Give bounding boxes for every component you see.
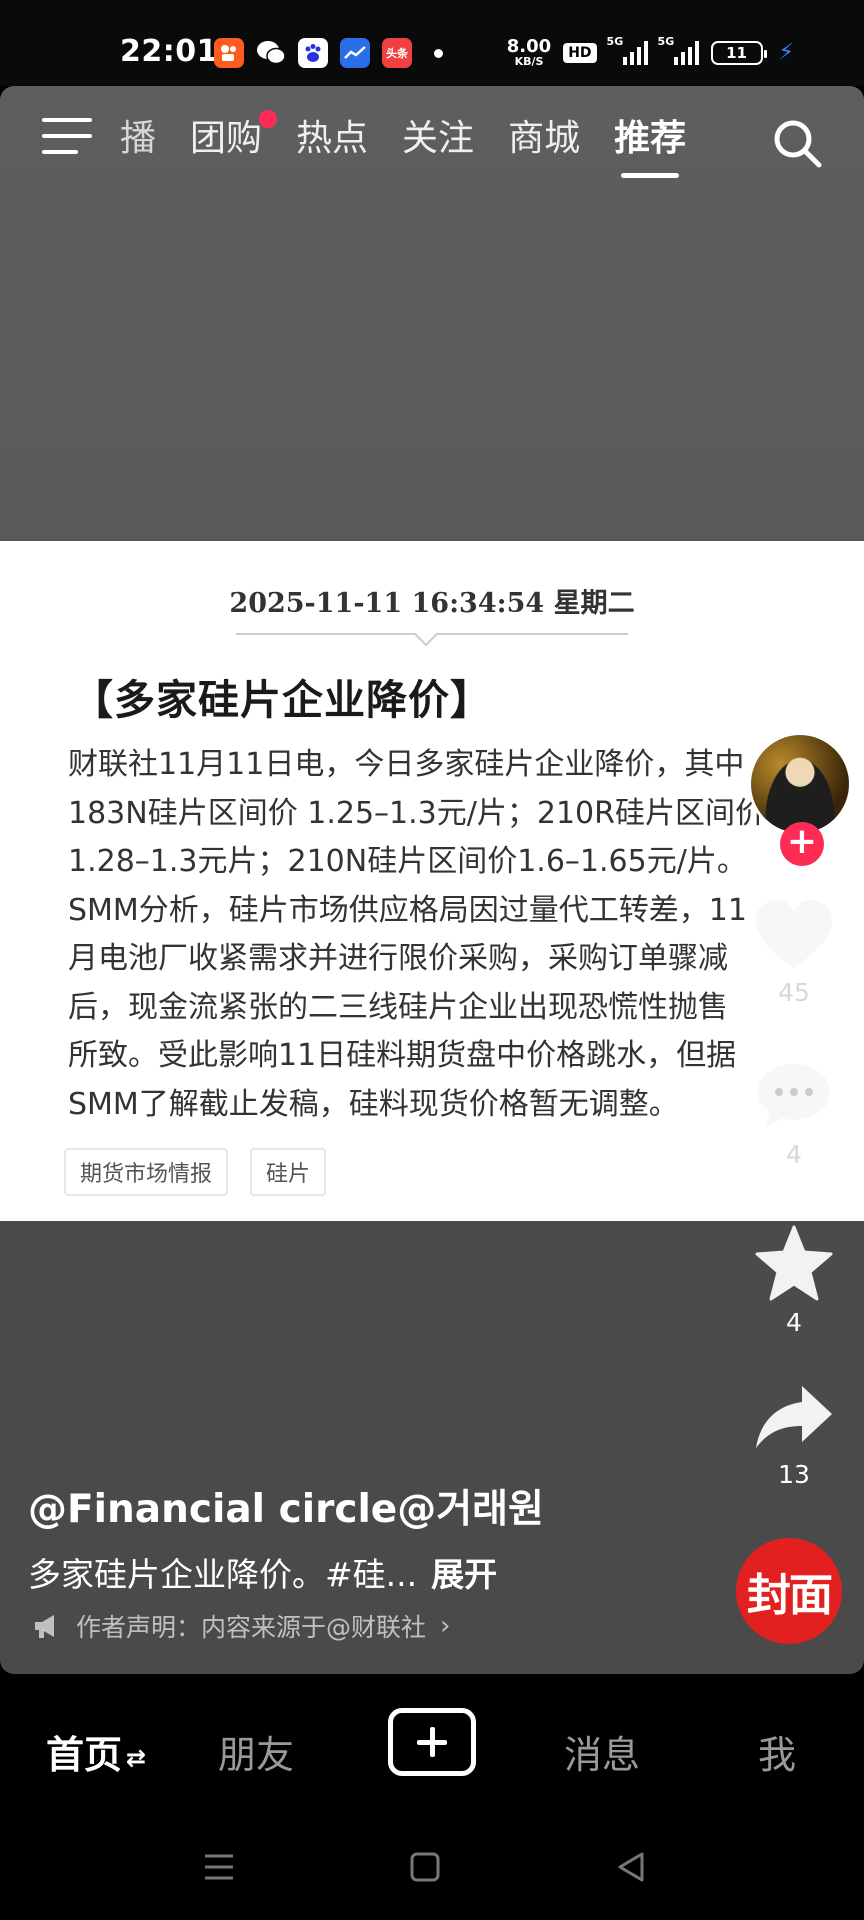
status-time: 22:01 bbox=[120, 34, 218, 69]
status-indicators: 8.00 KB/S HD 5G 5G 11 ⚡ bbox=[506, 35, 794, 68]
chevron-right-icon: › bbox=[440, 1611, 451, 1641]
tab-following[interactable]: 关注 bbox=[385, 114, 491, 174]
share-count: 13 bbox=[778, 1460, 810, 1489]
megaphone-icon bbox=[35, 1615, 54, 1638]
favorite-button[interactable]: 4 bbox=[724, 1224, 864, 1337]
share-button[interactable]: 13 bbox=[724, 1382, 864, 1489]
tab-live[interactable]: 播 bbox=[112, 114, 173, 174]
menu-icon[interactable] bbox=[42, 118, 92, 158]
star-icon bbox=[755, 1225, 833, 1301]
cover-badge[interactable]: 封面 bbox=[736, 1538, 842, 1644]
kuaishou-icon bbox=[214, 38, 244, 68]
tab-home[interactable]: 首页 ⇄ bbox=[46, 1724, 146, 1779]
like-button[interactable]: 45 bbox=[724, 896, 864, 1007]
wechat-icon bbox=[256, 38, 286, 68]
recents-icon[interactable] bbox=[202, 1850, 236, 1884]
author-avatar-group: + bbox=[748, 732, 856, 866]
baidu-icon bbox=[298, 38, 328, 68]
comment-button[interactable]: 4 bbox=[724, 1058, 864, 1169]
tag-silicon-wafer: 硅片 bbox=[250, 1148, 327, 1196]
bottom-tab-bar: 首页 ⇄ 朋友 消息 我 bbox=[0, 1674, 864, 1824]
tab-mall[interactable]: 商城 bbox=[491, 114, 597, 174]
signal-icon-2: 5G bbox=[658, 35, 699, 65]
news-body-line: 月电池厂收紧需求并进行限价采购，采购订单骤减 bbox=[68, 941, 728, 976]
toutiao-icon: 头条 bbox=[382, 38, 412, 68]
feed-tabs: 播 团购 热点 关注 商城 推荐 bbox=[112, 110, 703, 174]
home-icon[interactable] bbox=[408, 1850, 442, 1884]
heart-icon bbox=[756, 900, 832, 968]
action-rail: + 45 4 4 13 bbox=[724, 86, 864, 1674]
news-tags: 期货市场情报 硅片 bbox=[64, 1148, 327, 1196]
hd-voice-icon: HD bbox=[563, 42, 597, 63]
tab-group-buy[interactable]: 团购 bbox=[173, 110, 279, 174]
back-icon[interactable] bbox=[614, 1850, 648, 1884]
tab-hot[interactable]: 热点 bbox=[279, 114, 385, 174]
news-body-line: 所致。受此影响11日硅料期货盘中价格跳水，但据 bbox=[68, 1038, 737, 1073]
share-icon bbox=[756, 1386, 832, 1448]
like-count: 45 bbox=[778, 978, 810, 1007]
tag-futures-intel: 期货市场情报 bbox=[64, 1148, 229, 1196]
notification-icons: 头条 bbox=[214, 38, 443, 68]
create-button[interactable] bbox=[388, 1708, 476, 1776]
comment-count: 4 bbox=[786, 1140, 802, 1169]
tab-messages[interactable]: 消息 bbox=[564, 1724, 640, 1779]
favorite-count: 4 bbox=[786, 1308, 802, 1337]
video-player[interactable]: 播 团购 热点 关注 商城 推荐 2025-11-11 16:34:54 星期二… bbox=[0, 86, 864, 1674]
expand-button[interactable]: 展开 bbox=[431, 1555, 497, 1594]
status-bar: 22:01 头条 8.00 KB/S HD 5G 5G 11 ⚡ bbox=[0, 0, 864, 86]
system-navigation-bar bbox=[0, 1824, 864, 1920]
comment-icon bbox=[758, 1064, 830, 1128]
switch-icon: ⇄ bbox=[126, 1743, 147, 1772]
news-title: 【多家硅片企业降价】 bbox=[72, 676, 492, 724]
disclaimer-text: 作者声明：内容来源于@财联社 bbox=[76, 1613, 427, 1642]
signal-icon: 5G bbox=[607, 35, 648, 65]
news-body-line: 财联社11月11日电，今日多家硅片企业降价，其中 bbox=[68, 747, 745, 782]
tab-friends[interactable]: 朋友 bbox=[218, 1724, 294, 1779]
news-body-line: SMM了解截止发稿，硅料现货价格暂无调整。 bbox=[68, 1086, 679, 1122]
more-notifications-dot bbox=[434, 48, 443, 58]
author-name[interactable]: @Financial circle@거래원 bbox=[28, 1478, 544, 1534]
news-body-line: SMM分析，硅片市场供应格局因过量代工转差，11 bbox=[68, 892, 747, 928]
news-body-line: 1.28–1.3元片；210N硅片区间价1.6–1.65元/片。 bbox=[68, 844, 747, 879]
caption-text: 多家硅片企业降价。#硅... bbox=[28, 1555, 418, 1594]
tab-recommend[interactable]: 推荐 bbox=[597, 114, 703, 174]
news-body: 财联社11月11日电，今日多家硅片企业降价，其中 183N硅片区间价 1.25–… bbox=[68, 741, 788, 1129]
charging-icon: ⚡ bbox=[778, 40, 794, 65]
news-body-line: 183N硅片区间价 1.25–1.3元/片；210R硅片区间价 bbox=[68, 795, 765, 831]
net-speed: 8.00 KB/S bbox=[506, 36, 552, 68]
video-caption: 多家硅片企业降价。#硅... 展开 bbox=[28, 1548, 497, 1596]
stock-app-icon bbox=[340, 38, 370, 68]
tab-me[interactable]: 我 bbox=[758, 1724, 796, 1779]
notification-badge bbox=[259, 110, 278, 128]
follow-button[interactable]: + bbox=[780, 822, 824, 866]
news-body-line: 后，现金流紧张的二三线硅片企业出现恐慌性抛售 bbox=[68, 989, 728, 1025]
author-disclaimer[interactable]: 作者声明：内容来源于@财联社 › bbox=[32, 1608, 450, 1644]
divider-notch bbox=[414, 623, 438, 647]
battery-icon: 11 bbox=[710, 40, 767, 65]
